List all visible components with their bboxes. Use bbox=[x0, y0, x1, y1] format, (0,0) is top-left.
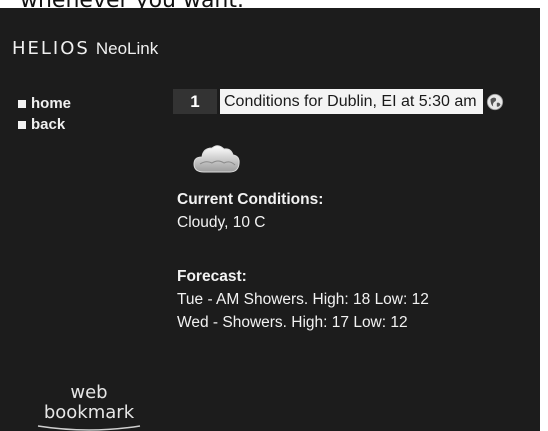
cloud-icon bbox=[193, 145, 240, 173]
forecast-item: Tue - AM Showers. High: 18 Low: 12 bbox=[177, 291, 429, 308]
logo-text: HELIOS bbox=[12, 38, 90, 59]
web-bookmark-button[interactable]: web bookmark bbox=[30, 383, 148, 431]
bookmark-line2: bookmark bbox=[43, 402, 135, 423]
page-number: 1 bbox=[173, 89, 217, 114]
forecast-list: Tue - AM Showers. High: 18 Low: 12 Wed -… bbox=[177, 288, 517, 334]
screen-edge bbox=[540, 8, 548, 431]
brand-header: HELIOS NeoLink bbox=[12, 38, 158, 59]
side-nav: home back bbox=[18, 93, 71, 135]
nav-item-home[interactable]: home bbox=[18, 93, 71, 114]
weather-content: Current Conditions: Cloudy, 10 C Forecas… bbox=[177, 188, 517, 334]
helios-logo: HELIOS bbox=[12, 38, 90, 59]
globe-icon[interactable] bbox=[486, 93, 504, 111]
nav-item-label: home bbox=[31, 95, 72, 112]
forecast-heading: Forecast: bbox=[177, 268, 247, 285]
bookmark-line1: web bbox=[70, 382, 108, 403]
nav-item-label: back bbox=[31, 116, 66, 133]
square-bullet-icon bbox=[18, 99, 26, 108]
tv-screen: HELIOS NeoLink home back 1 Conditions fo… bbox=[0, 8, 540, 431]
page-title: Conditions for Dublin, EI at 5:30 am bbox=[220, 89, 483, 114]
tv-frame: whenever you want. HELIOS NeoLink home b… bbox=[0, 0, 548, 431]
product-name: NeoLink bbox=[95, 38, 159, 58]
current-conditions-heading: Current Conditions: bbox=[177, 191, 324, 208]
page-title-bar: 1 Conditions for Dublin, EI at 5:30 am bbox=[173, 89, 504, 114]
nav-item-back[interactable]: back bbox=[18, 114, 71, 135]
forecast-item: Wed - Showers. High: 17 Low: 12 bbox=[177, 314, 408, 331]
swoosh-icon bbox=[37, 425, 141, 431]
current-conditions-value: Cloudy, 10 C bbox=[177, 214, 266, 231]
square-bullet-icon bbox=[18, 120, 26, 129]
